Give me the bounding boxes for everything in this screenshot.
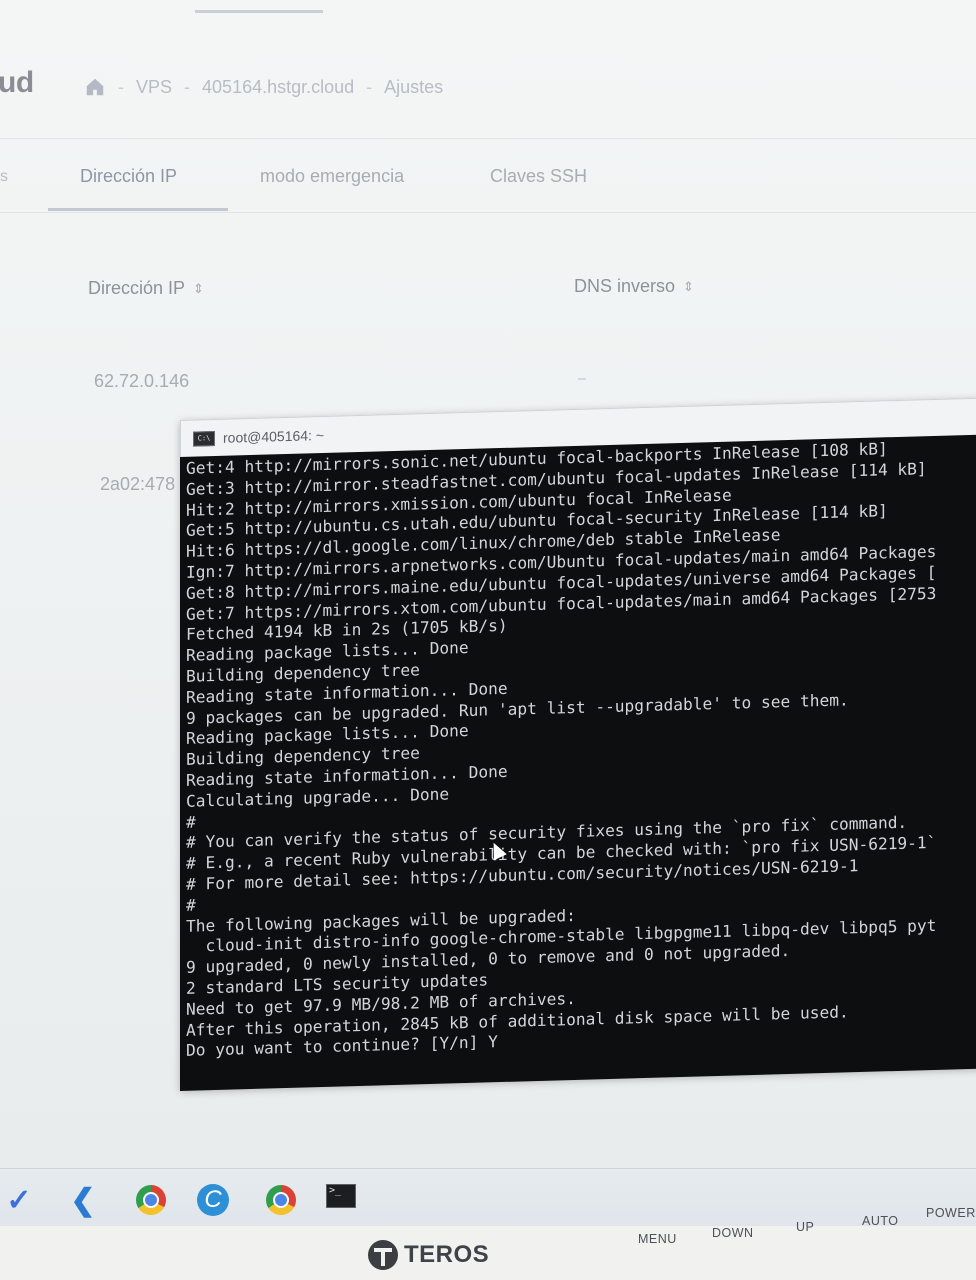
monitor-button-down[interactable]: DOWN bbox=[712, 1226, 754, 1240]
column-header-dns-label: DNS inverso bbox=[574, 276, 676, 296]
monitor-brand: TEROS bbox=[368, 1240, 489, 1270]
top-tab-indicator bbox=[195, 10, 323, 13]
tab-modo-emergencia[interactable]: modo emergencia bbox=[260, 166, 404, 187]
teros-logo-icon bbox=[368, 1240, 398, 1270]
tab-claves-ssh[interactable]: Claves SSH bbox=[490, 166, 587, 187]
breadcrumb: - VPS - 405164.hstgr.cloud - Ajustes bbox=[84, 76, 443, 98]
chrome-icon[interactable] bbox=[134, 1183, 168, 1217]
column-header-ip[interactable]: Dirección IP ⇕ bbox=[88, 278, 204, 299]
table-cell-ip: 62.72.0.146 bbox=[94, 371, 190, 391]
monitor-button-up[interactable]: UP bbox=[796, 1220, 814, 1234]
column-header-ip-label: Dirección IP bbox=[88, 278, 186, 298]
table-cell-ip: 2a02:478 bbox=[100, 474, 176, 494]
breadcrumb-item-vps[interactable]: VPS bbox=[136, 77, 172, 98]
checkmark-icon[interactable]: ✓ bbox=[2, 1183, 36, 1217]
brand-logo: ud bbox=[0, 66, 34, 99]
terminal-title: root@405164: ~ bbox=[223, 426, 325, 446]
breadcrumb-item-ajustes: Ajustes bbox=[384, 76, 444, 97]
chrome-profile-icon[interactable] bbox=[264, 1183, 298, 1217]
terminal-output[interactable]: Get:4 http://mirrors.sonic.net/ubuntu fo… bbox=[180, 433, 976, 1091]
monitor-brand-text: TEROS bbox=[404, 1241, 490, 1268]
breadcrumb-separator: - bbox=[184, 76, 191, 97]
vscode-icon[interactable]: ❮ bbox=[66, 1183, 100, 1217]
table-cell-dns-empty bbox=[578, 378, 586, 380]
terminal-icon: C:\ bbox=[193, 430, 215, 447]
breadcrumb-separator: - bbox=[118, 76, 124, 97]
monitor-button-auto[interactable]: AUTO bbox=[862, 1214, 899, 1228]
sort-icon[interactable]: ⇕ bbox=[193, 281, 204, 297]
breadcrumb-item-host[interactable]: 405164.hstgr.cloud bbox=[202, 77, 354, 98]
tabs-divider bbox=[0, 212, 976, 213]
c-app-icon[interactable]: C bbox=[196, 1183, 230, 1217]
home-icon[interactable] bbox=[84, 76, 106, 98]
taskbar: ✓ ❮ C >_ bbox=[0, 1168, 976, 1227]
terminal-taskbar-icon[interactable]: >_ bbox=[324, 1179, 358, 1213]
monitor-button-power[interactable]: POWER bbox=[926, 1206, 976, 1220]
tab-cut-off[interactable]: s bbox=[0, 168, 8, 186]
terminal-window[interactable]: C:\ root@405164: ~ Get:4 http://mirrors.… bbox=[180, 396, 976, 1091]
column-header-dns[interactable]: DNS inverso ⇕ bbox=[574, 276, 694, 297]
settings-tabs: s Dirección IP modo emergencia Claves SS… bbox=[0, 160, 976, 212]
tab-direccion-ip[interactable]: Dirección IP bbox=[80, 166, 177, 187]
monitor-button-menu[interactable]: MENU bbox=[638, 1232, 677, 1246]
header-divider bbox=[0, 138, 976, 139]
active-tab-underline bbox=[48, 208, 228, 211]
sort-icon[interactable]: ⇕ bbox=[683, 279, 694, 295]
monitor-bezel: TEROS MENU DOWN UP AUTO POWER bbox=[0, 1206, 976, 1280]
breadcrumb-separator: - bbox=[366, 76, 373, 97]
